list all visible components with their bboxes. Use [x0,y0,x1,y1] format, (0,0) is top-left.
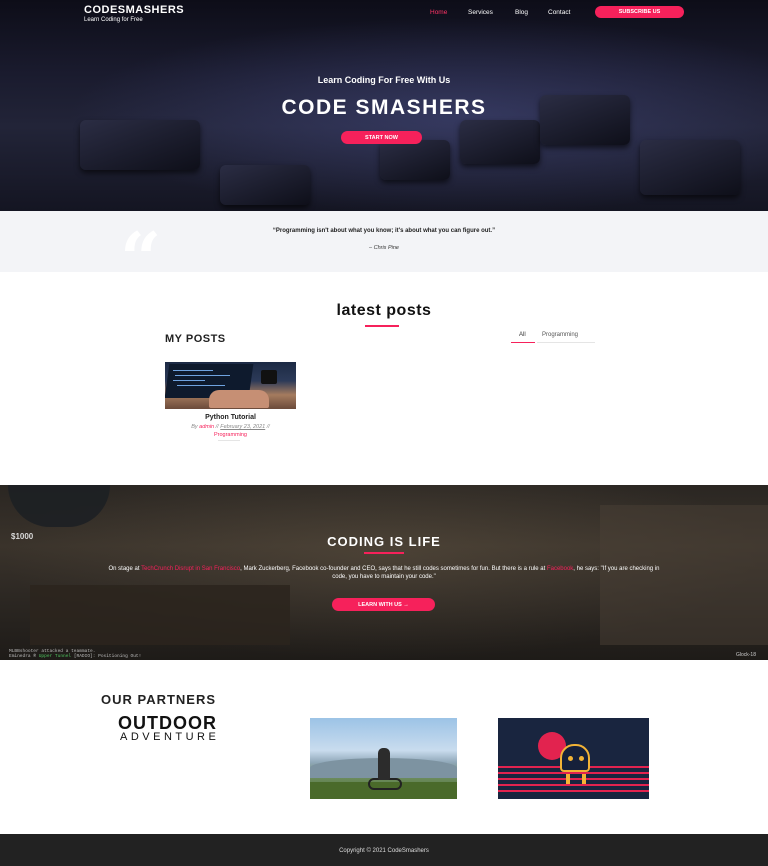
my-posts-heading: MY POSTS [165,333,226,345]
killfeed-location: Upper Tunnel [38,654,72,659]
post-meta-separator: // [266,424,270,430]
filter-programming[interactable]: Programming [542,332,578,338]
text-part: , Mark Zuckerberg, Facebook co-founder a… [240,566,547,572]
post-by-label: By [191,424,198,430]
post-meta-separator: // [215,424,219,430]
robot-eye-shape [579,756,584,761]
robot-feet-shape [566,774,586,784]
filter-divider [537,342,595,343]
partner-mountain-bike-image[interactable] [310,718,457,799]
filter-active-underline [511,342,535,343]
robot-shape [560,744,590,772]
post-thumbnail[interactable] [165,362,296,409]
killfeed-part: [RADIO]: Positioning Out! [71,654,142,659]
start-now-button[interactable]: START NOW [341,131,422,144]
code-line-shape [173,380,205,381]
post-category-link[interactable]: Programming [165,432,296,438]
code-line-shape [177,385,225,386]
hero-section: CODESMASHERS Learn Coding for Free Home … [0,0,768,211]
quote-text: “Programming isn't about what you know; … [272,228,496,234]
partner-logo-adventure[interactable]: ADVENTURE [120,731,219,743]
robot-eye-shape [568,756,573,761]
coding-is-life-text: On stage at TechCrunch Disrupt in San Fr… [108,565,660,581]
stripe-shape [498,784,649,786]
hero-subtitle: Learn Coding For Free With Us [317,75,451,85]
keyboard-key-shape [380,140,450,180]
game-killfeed: MLBBshooter attacked a teammate. Eminedr… [9,649,141,659]
quote-section: “ “Programming isn't about what you know… [0,211,768,295]
title-divider [365,325,399,327]
title-divider [364,552,404,554]
nav-contact[interactable]: Contact [548,9,570,16]
partner-robot-image[interactable] [498,718,649,799]
crate-shape [30,585,290,645]
stripe-shape [498,790,649,792]
coding-is-life-section: $1000 CODING IS LIFE On stage at TechCru… [0,485,768,660]
code-line-shape [173,370,213,371]
hand-shape [209,390,269,408]
post-divider [218,440,240,441]
weapon-label: Glock-18 [735,652,756,658]
footer: Copyright © 2021 CodeSmashers [0,834,768,866]
keyboard-key-shape [460,120,540,164]
nav-blog[interactable]: Blog [515,9,528,16]
post-author-link[interactable]: admin [199,424,214,430]
keyboard-key-shape [220,165,310,205]
keyboard-key-shape [640,140,740,195]
coding-is-life-title: CODING IS LIFE [327,534,441,549]
partners-title: OUR PARTNERS [101,692,217,707]
hero-title: CODE SMASHERS [281,96,487,119]
subscribe-button[interactable]: SUBSCRIBE US [595,6,684,18]
copyright-text: Copyright © 2021 CodeSmashers [339,848,429,854]
latest-posts-title: latest posts [336,302,432,319]
techcrunch-link[interactable]: TechCrunch Disrupt in San Francisco [141,566,240,572]
filter-all[interactable]: All [519,332,526,338]
post-title[interactable]: Python Tutorial [165,414,296,421]
learn-with-us-button[interactable]: LEARN WITH US → [332,598,435,611]
facebook-link[interactable]: Facebook [547,566,573,572]
mug-shape [261,370,277,384]
post-meta: By admin // February 23, 2021 // [165,424,296,430]
text-part: On stage at [108,566,142,572]
nav-services[interactable]: Services [468,9,493,16]
keyboard-key-shape [80,120,200,170]
code-line-shape [175,375,230,376]
rider-shape [378,748,390,780]
killfeed-line: Eminedra ® Upper Tunnel [RADIO]: Positio… [9,654,141,659]
nav-home[interactable]: Home [430,9,447,16]
post-date-link[interactable]: February 23, 2021 [220,424,265,430]
quote-author: – Chris Pine [369,245,399,251]
killfeed-part: Eminedra ® [9,654,39,659]
